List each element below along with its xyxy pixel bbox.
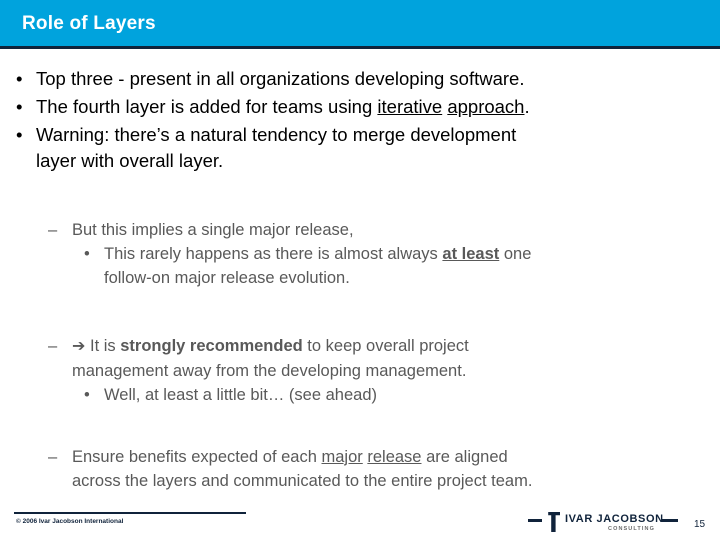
dash-marker-icon: – — [48, 448, 58, 466]
dash-marker-icon: – — [48, 221, 58, 239]
sub-bullet-text-2-emphasis: strongly recommended — [120, 337, 303, 355]
bullet-marker-icon: • — [16, 96, 23, 117]
bullet-item-2: • The fourth layer is added for teams us… — [0, 94, 720, 120]
logo-rule-left — [528, 519, 542, 522]
bullet-text-3-line2: layer with overall layer. — [36, 150, 224, 171]
page-title: Role of Layers — [22, 13, 156, 34]
sub-bullet-item-2: – ➔ It is strongly recommended to keep o… — [0, 334, 720, 383]
copyright-notice: © 2006 Ivar Jacobson International — [16, 518, 124, 525]
slide-title-bar: Role of Layers — [0, 0, 720, 46]
sub-bullet-text-3-underline-1: major — [321, 448, 363, 466]
sub-sub-bullet-item-2: • Well, at least a little bit… (see ahea… — [0, 383, 720, 407]
bullet-text-2-underline-2: approach — [447, 96, 525, 117]
page-number: 15 — [694, 519, 706, 530]
ivar-jacobson-mark-icon — [545, 512, 560, 532]
sub-bullet-text-3-line2: across the layers and communicated to th… — [72, 472, 533, 490]
footer-divider — [14, 512, 246, 514]
bullet-item-3: • Warning: there’s a natural tendency to… — [0, 122, 720, 174]
sub-bullet-text-3-suffix: are aligned — [421, 448, 508, 466]
logo-wordmark: IVAR JACOBSON — [565, 513, 664, 525]
sub-bullet-item-3: – Ensure benefits expected of each major… — [0, 445, 720, 493]
sub-bullet-text-2-suffix: to keep overall project — [302, 337, 469, 355]
bullet-text-3-line1: Warning: there’s a natural tendency to m… — [36, 124, 517, 145]
slide-body: • Top three - present in all organizatio… — [0, 49, 720, 504]
bullet-text-2-suffix: . — [524, 96, 530, 117]
dot-marker-icon: • — [84, 386, 90, 404]
dash-marker-icon: – — [48, 337, 58, 355]
arrow-right-icon: ➔ — [72, 338, 86, 355]
sub-sub-bullet-item-1: • This rarely happens as there is almost… — [0, 242, 720, 290]
bullet-marker-icon: • — [16, 68, 23, 89]
sub-bullet-text-1: But this implies a single major release, — [72, 221, 354, 239]
company-logo: IVAR JACOBSON CONSULTING — [528, 511, 678, 537]
sub-bullet-text-2-prefix: It is — [85, 337, 121, 355]
logo-tagline: CONSULTING — [608, 526, 655, 532]
sub-bullet-text-3-prefix: Ensure benefits expected of each — [72, 448, 322, 466]
bullet-text-1: Top three - present in all organizations… — [36, 68, 525, 89]
sub-sub-text-2: Well, at least a little bit… (see ahead) — [104, 386, 377, 404]
bullet-text-2-prefix: The fourth layer is added for teams usin… — [36, 96, 378, 117]
sub-bullet-item-1: – But this implies a single major releas… — [0, 218, 720, 242]
sub-sub-text-1-suffix: one — [499, 245, 532, 263]
bullet-marker-icon: • — [16, 124, 23, 145]
sub-bullet-text-2-line2: management away from the developing mana… — [72, 362, 467, 380]
sub-sub-text-1-prefix: This rarely happens as there is almost a… — [104, 245, 443, 263]
dot-marker-icon: • — [84, 245, 90, 263]
bullet-item-1: • Top three - present in all organizatio… — [0, 66, 720, 92]
sub-bullet-text-3-underline-2: release — [367, 448, 422, 466]
sub-sub-text-1-emphasis: at least — [442, 245, 500, 263]
bullet-text-2-underline-1: iterative — [377, 96, 443, 117]
sub-sub-text-1-line2: follow-on major release evolution. — [104, 269, 350, 287]
